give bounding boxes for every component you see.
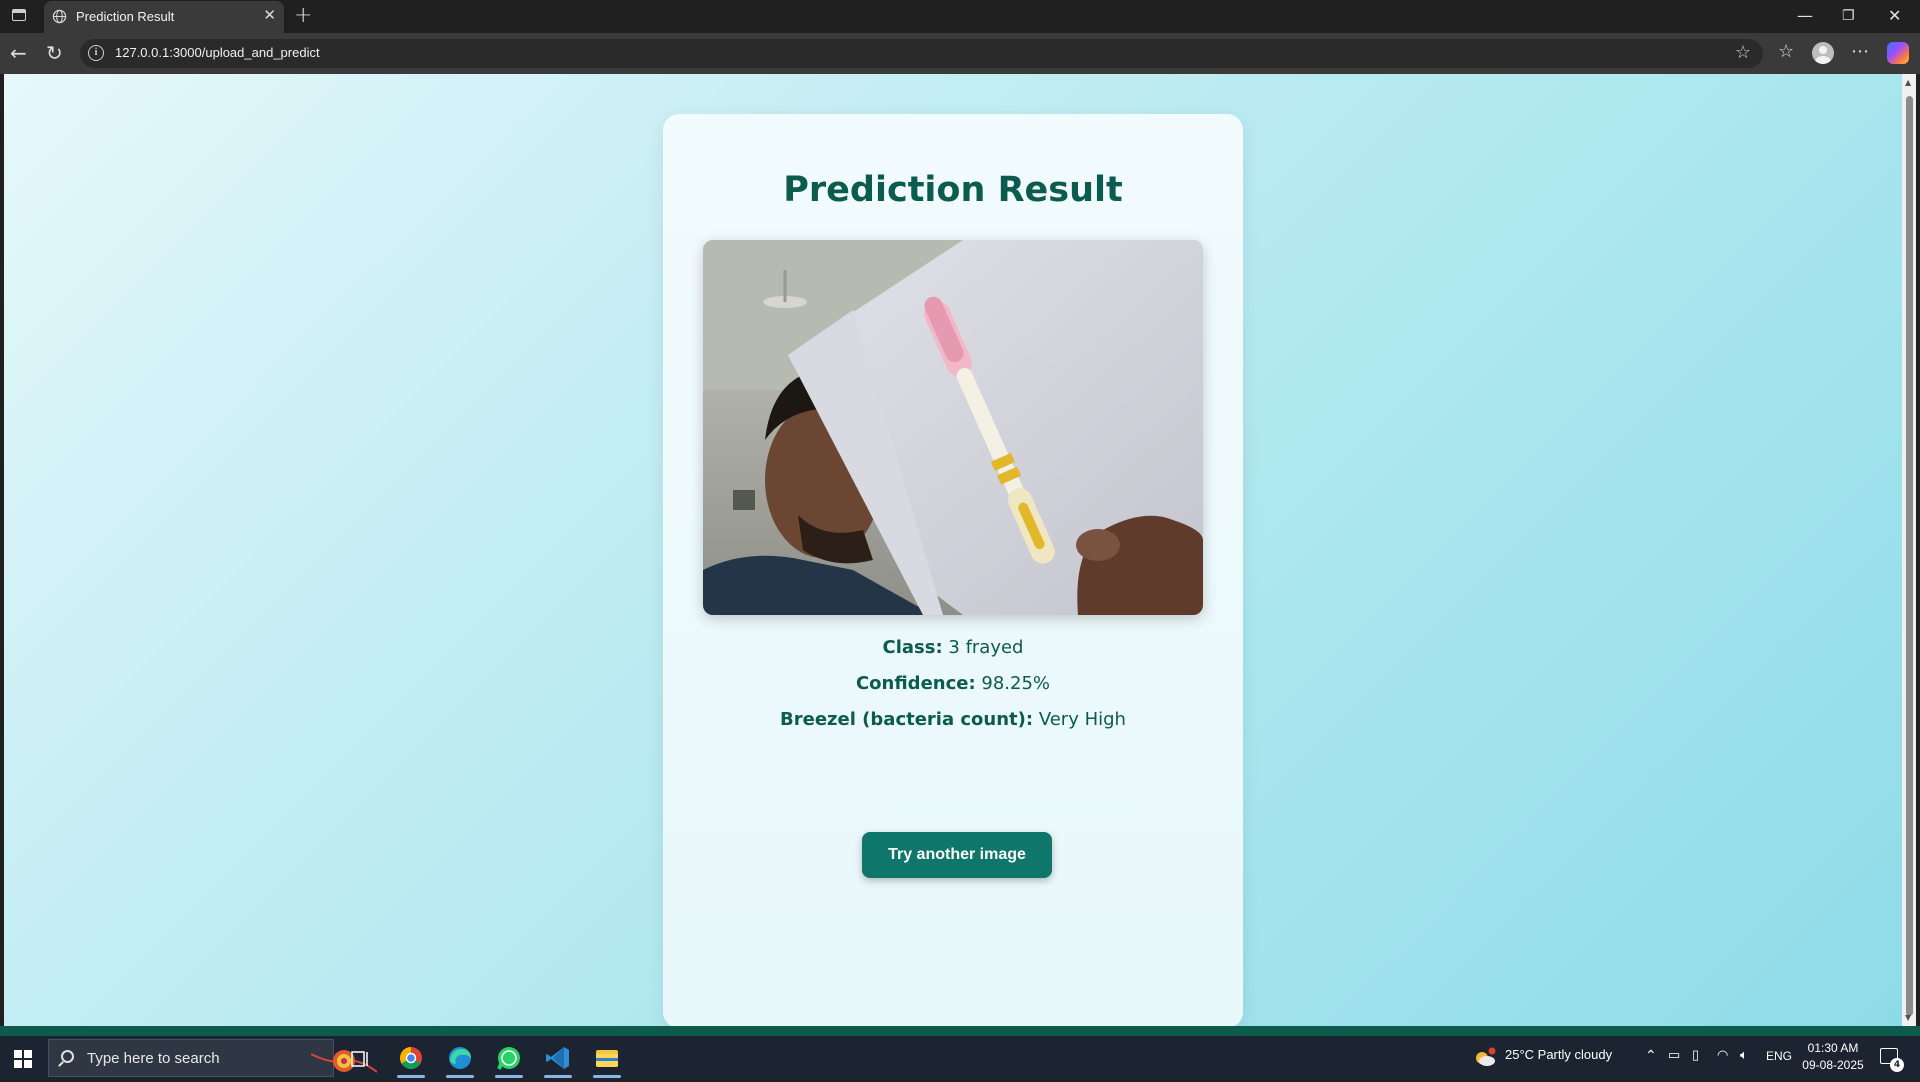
- clock-time: 01:30 AM: [1807, 1041, 1859, 1055]
- meet-now-icon[interactable]: ▯: [1692, 1047, 1699, 1063]
- site-info-icon[interactable]: i: [88, 45, 104, 61]
- browser-tab[interactable]: Prediction Result ✕: [44, 1, 284, 33]
- edge-icon[interactable]: [440, 1042, 480, 1078]
- bacteria-label: Breezel (bacteria count):: [780, 709, 1034, 730]
- vscode-icon[interactable]: [538, 1042, 578, 1078]
- confidence-value: 98.25%: [981, 673, 1051, 694]
- new-tab-icon[interactable]: +: [294, 3, 312, 28]
- taskbar-clock[interactable]: 01:30 AM 09-08-2025: [1793, 1040, 1873, 1074]
- show-hidden-icons-icon[interactable]: ⌃: [1645, 1047, 1657, 1064]
- back-icon[interactable]: ←: [10, 41, 27, 65]
- class-label: Class:: [882, 637, 943, 658]
- url-text[interactable]: 127.0.0.1:3000/upload_and_predict: [115, 45, 320, 60]
- favorite-star-icon[interactable]: ☆: [1735, 42, 1751, 63]
- uploaded-image: [703, 240, 1203, 615]
- notification-count-badge: 4: [1890, 1058, 1904, 1072]
- volume-icon[interactable]: 🔈︎: [1740, 1047, 1748, 1063]
- minimize-icon[interactable]: —: [1797, 6, 1813, 25]
- scrollbar-thumb[interactable]: [1906, 96, 1913, 1016]
- copilot-icon[interactable]: [1887, 42, 1909, 64]
- search-placeholder: Type here to search: [87, 1050, 220, 1067]
- profile-avatar[interactable]: [1812, 42, 1834, 64]
- task-view-icon[interactable]: [340, 1042, 380, 1078]
- page-scrollbar[interactable]: ▲ ▼: [1902, 74, 1916, 1026]
- battery-icon[interactable]: ▭: [1668, 1047, 1680, 1063]
- page-bottom-strip: [0, 1026, 1920, 1036]
- bacteria-value: Very High: [1038, 709, 1126, 730]
- class-result: Class: 3 frayed: [663, 637, 1243, 658]
- refresh-icon[interactable]: ↻: [46, 41, 63, 65]
- scroll-up-icon[interactable]: ▲: [1905, 78, 1911, 87]
- tab-title: Prediction Result: [76, 9, 175, 24]
- taskbar-search-box[interactable]: Type here to search: [48, 1039, 377, 1077]
- weather-text[interactable]: 25°C Partly cloudy: [1505, 1047, 1612, 1062]
- page-title: Prediction Result: [783, 170, 1123, 210]
- language-indicator[interactable]: ENG: [1766, 1049, 1792, 1063]
- scroll-down-icon[interactable]: ▼: [1905, 1013, 1911, 1022]
- browser-titlebar: Prediction Result ✕ + — ❐ ✕: [0, 0, 1920, 33]
- confidence-result: Confidence: 98.25%: [663, 673, 1243, 694]
- globe-icon: [52, 9, 67, 24]
- search-icon: [61, 1050, 74, 1063]
- more-menu-icon[interactable]: ⋯: [1851, 41, 1869, 62]
- windows-taskbar: Type here to search 25°C Partly cloudy ⌃…: [0, 1036, 1920, 1080]
- uploaded-photo-toothbrush-icon: [703, 240, 1203, 615]
- whatsapp-icon[interactable]: [489, 1042, 529, 1078]
- bacteria-result: Breezel (bacteria count): Very High: [663, 709, 1243, 730]
- file-explorer-icon[interactable]: [587, 1042, 627, 1078]
- result-card: Prediction Result Class: 3 frayed Confid…: [663, 114, 1243, 1026]
- chrome-icon[interactable]: [391, 1042, 431, 1078]
- windows-start-icon[interactable]: [14, 1050, 32, 1068]
- favorites-icon[interactable]: ☆: [1778, 41, 1794, 62]
- close-tab-icon[interactable]: ✕: [263, 6, 276, 24]
- address-bar-row: ← ↻ i 127.0.0.1:3000/upload_and_predict …: [0, 33, 1920, 74]
- restore-icon[interactable]: ❐: [1842, 8, 1855, 24]
- address-bar[interactable]: i 127.0.0.1:3000/upload_and_predict ☆: [80, 39, 1763, 68]
- try-another-image-button[interactable]: Try another image: [862, 832, 1052, 878]
- tab-actions-icon[interactable]: [12, 9, 26, 21]
- confidence-label: Confidence:: [855, 673, 976, 694]
- wifi-icon[interactable]: ◠: [1717, 1047, 1728, 1063]
- page-viewport: Prediction Result Class: 3 frayed Confid…: [4, 74, 1902, 1026]
- weather-icon[interactable]: [1473, 1046, 1497, 1070]
- close-window-icon[interactable]: ✕: [1888, 6, 1901, 25]
- clock-date: 09-08-2025: [1802, 1058, 1864, 1072]
- class-value: 3 frayed: [948, 637, 1024, 658]
